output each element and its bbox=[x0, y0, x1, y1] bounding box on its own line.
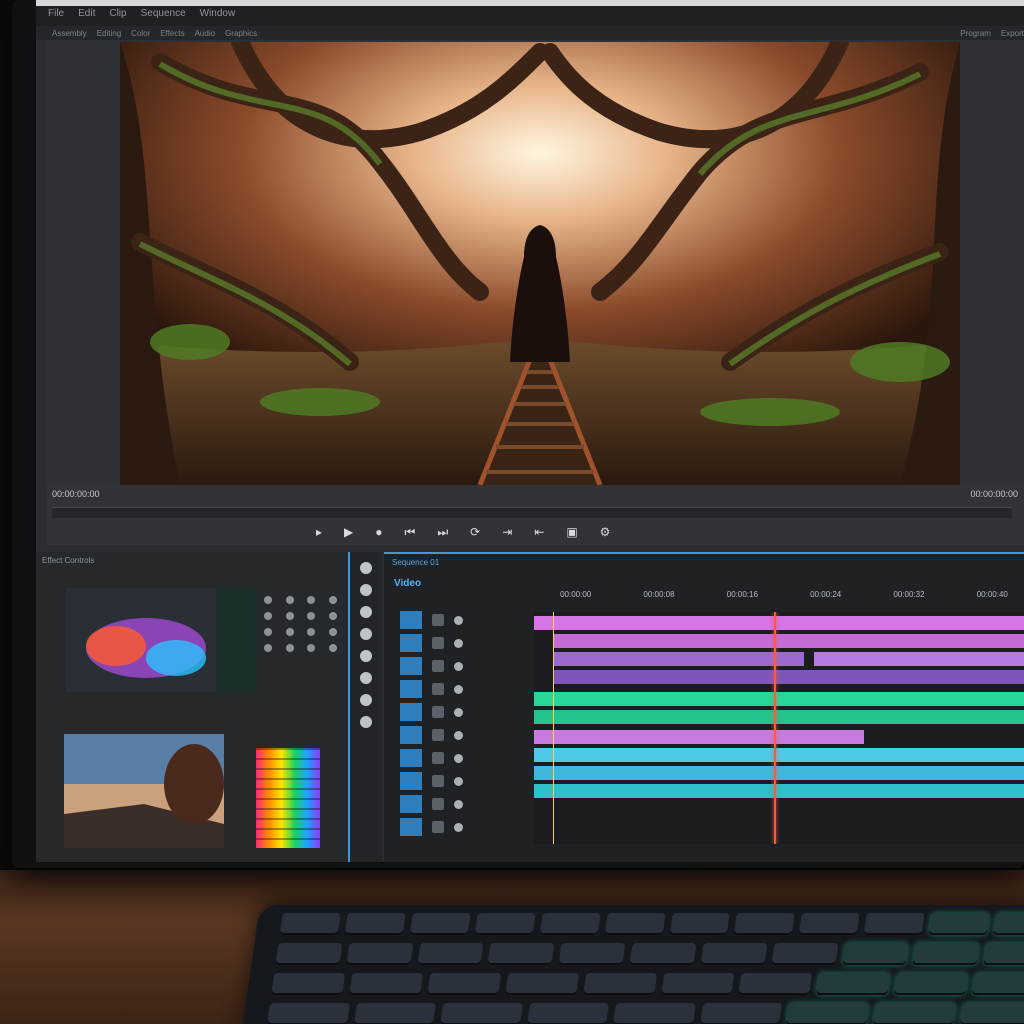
panel-title: Effect Controls bbox=[42, 556, 95, 565]
step-back-icon[interactable]: ⏮ bbox=[405, 525, 416, 540]
workspace-tab[interactable]: Assembly bbox=[52, 29, 87, 38]
track-header[interactable] bbox=[400, 702, 538, 722]
ruler-tick: 00:00:24 bbox=[810, 590, 842, 599]
timecode-current: 00:00:00:00 bbox=[52, 489, 100, 499]
tools-panel bbox=[350, 552, 382, 862]
color-smoke-thumbnail[interactable] bbox=[66, 588, 256, 692]
play-icon[interactable]: ▶ bbox=[344, 525, 353, 540]
pen-icon[interactable] bbox=[360, 672, 372, 684]
settings-icon[interactable]: ⚙ bbox=[600, 525, 611, 540]
track-header[interactable] bbox=[400, 817, 538, 837]
photo-scene: File Edit Clip Sequence Window Assembly … bbox=[0, 0, 1024, 1024]
landscape-thumbnail[interactable] bbox=[64, 734, 224, 848]
video-clip[interactable] bbox=[554, 670, 1024, 684]
menu-file[interactable]: File bbox=[48, 8, 64, 19]
video-clip[interactable] bbox=[534, 692, 1024, 706]
ruler-tick: 00:00:00 bbox=[560, 590, 592, 599]
smoke-image bbox=[66, 588, 256, 692]
track-header[interactable] bbox=[400, 633, 538, 653]
sequence-label[interactable]: Sequence 01 bbox=[392, 558, 439, 567]
slip-icon[interactable] bbox=[360, 650, 372, 662]
workspace-bar: Assembly Editing Color Effects Audio Gra… bbox=[36, 26, 1024, 40]
audio-clip[interactable] bbox=[534, 748, 1024, 762]
track-headers bbox=[400, 610, 538, 850]
in-point-marker[interactable] bbox=[553, 612, 554, 844]
scrub-bar[interactable] bbox=[52, 507, 1012, 518]
monitor: File Edit Clip Sequence Window Assembly … bbox=[12, 0, 1024, 868]
landscape-image bbox=[64, 734, 224, 848]
video-clip[interactable] bbox=[534, 616, 1024, 630]
video-clip[interactable] bbox=[554, 634, 1024, 648]
track-header[interactable] bbox=[400, 610, 538, 630]
stop-icon[interactable]: ● bbox=[375, 525, 382, 540]
step-forward-icon[interactable]: ⏭ bbox=[437, 525, 448, 540]
video-clip[interactable] bbox=[534, 710, 1024, 724]
track-header[interactable] bbox=[400, 656, 538, 676]
track-header[interactable] bbox=[400, 748, 538, 768]
mark-in-icon[interactable]: ▸ bbox=[316, 525, 322, 540]
workspace-right[interactable]: Program bbox=[960, 29, 991, 38]
workspace-tab[interactable]: Color bbox=[131, 29, 150, 38]
ruler-tick: 00:00:32 bbox=[893, 590, 925, 599]
effect-keyframes bbox=[264, 596, 344, 652]
insert-icon[interactable]: ⇥ bbox=[502, 525, 512, 540]
video-frame bbox=[120, 42, 960, 485]
razor-icon[interactable] bbox=[360, 628, 372, 640]
timeline-tracks[interactable] bbox=[534, 612, 1024, 844]
ruler-tick: 00:00:40 bbox=[976, 590, 1008, 599]
transport-controls: ▸ ▶ ● ⏮ ⏭ ⟳ ⇥ ⇤ ▣ ⚙ bbox=[316, 525, 610, 540]
sequence-title: Video bbox=[394, 578, 422, 589]
menu-clip[interactable]: Clip bbox=[109, 8, 126, 19]
editor-screen: File Edit Clip Sequence Window Assembly … bbox=[36, 0, 1024, 862]
keyboard bbox=[240, 905, 1024, 1024]
export-frame-icon[interactable]: ▣ bbox=[566, 525, 577, 540]
effect-controls-panel: Effect Controls bbox=[36, 552, 350, 862]
forest-scene-image bbox=[120, 42, 960, 485]
time-ruler[interactable]: 00:00:00 00:00:08 00:00:16 00:00:24 00:0… bbox=[534, 590, 1024, 610]
workspace-tab[interactable]: Editing bbox=[97, 29, 121, 38]
track-select-icon[interactable] bbox=[360, 584, 372, 596]
type-icon[interactable] bbox=[360, 716, 372, 728]
video-clip[interactable] bbox=[814, 652, 1024, 666]
color-scope bbox=[256, 748, 320, 848]
menu-sequence[interactable]: Sequence bbox=[141, 8, 186, 19]
ruler-tick: 00:00:08 bbox=[643, 590, 675, 599]
hand-icon[interactable] bbox=[360, 694, 372, 706]
selection-tool-icon[interactable] bbox=[360, 562, 372, 574]
overwrite-icon[interactable]: ⇤ bbox=[534, 525, 544, 540]
menu-window[interactable]: Window bbox=[200, 8, 236, 19]
ruler-tick: 00:00:16 bbox=[726, 590, 758, 599]
track-header[interactable] bbox=[400, 679, 538, 699]
workspace-right[interactable]: Export bbox=[1001, 29, 1024, 38]
workspace-tab[interactable]: Audio bbox=[195, 29, 215, 38]
transport-bar: 00:00:00:00 00:00:00:00 ▸ ▶ ● ⏮ ⏭ ⟳ ⇥ ⇤ … bbox=[46, 485, 1024, 545]
audio-clip[interactable] bbox=[534, 784, 1024, 798]
video-clip[interactable] bbox=[554, 652, 804, 666]
timeline-panel: Sequence 01 Video 00:00:00 00:00:08 00:0… bbox=[384, 552, 1024, 862]
workspace-tab[interactable]: Effects bbox=[160, 29, 184, 38]
workspace-tab[interactable]: Graphics bbox=[225, 29, 257, 38]
os-top-strip bbox=[36, 0, 1024, 6]
track-header[interactable] bbox=[400, 725, 538, 745]
playhead[interactable] bbox=[774, 612, 776, 844]
program-monitor: 00:00:00:00 00:00:00:00 ▸ ▶ ● ⏮ ⏭ ⟳ ⇥ ⇤ … bbox=[46, 40, 1024, 545]
audio-clip[interactable] bbox=[534, 730, 864, 744]
timecode-duration: 00:00:00:00 bbox=[970, 489, 1018, 499]
menu-edit[interactable]: Edit bbox=[78, 8, 95, 19]
track-header[interactable] bbox=[400, 794, 538, 814]
loop-icon[interactable]: ⟳ bbox=[470, 525, 480, 540]
ripple-edit-icon[interactable] bbox=[360, 606, 372, 618]
track-header[interactable] bbox=[400, 771, 538, 791]
audio-clip[interactable] bbox=[534, 766, 1024, 780]
